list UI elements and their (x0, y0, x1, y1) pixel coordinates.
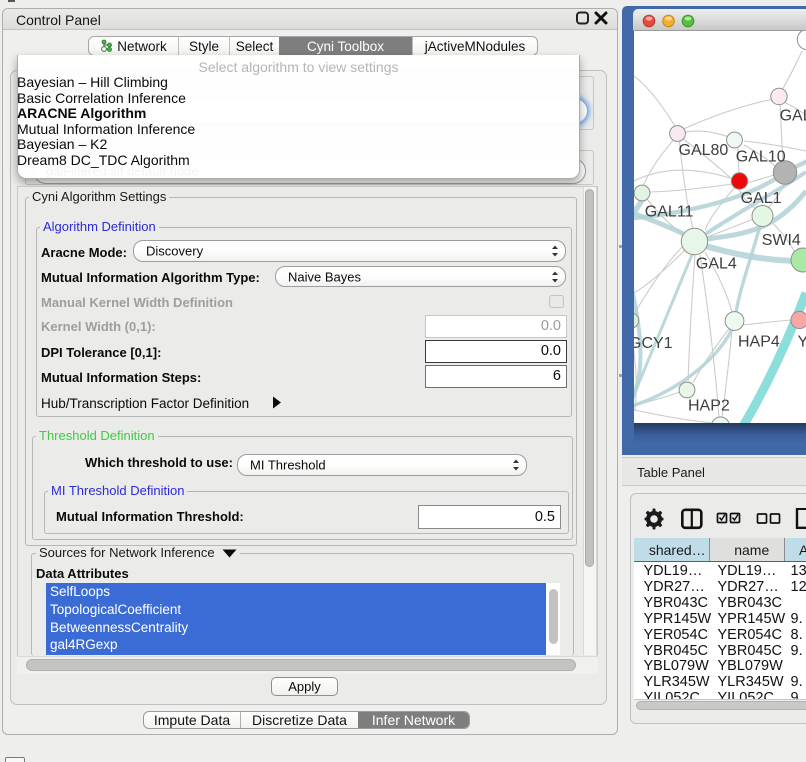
svg-text:GCY1: GCY1 (634, 335, 673, 352)
svg-text:GAL: GAL (780, 108, 806, 125)
svg-text:SWI4: SWI4 (762, 232, 801, 249)
svg-text:GAL1: GAL1 (741, 190, 782, 207)
svg-text:GAL80: GAL80 (679, 142, 729, 159)
svg-text:GAL11: GAL11 (645, 204, 694, 221)
svg-text:HAP2: HAP2 (688, 398, 730, 415)
svg-text:GAL4: GAL4 (696, 256, 737, 273)
svg-text:GAL10: GAL10 (736, 149, 786, 166)
svg-text:Y: Y (798, 334, 806, 351)
svg-text:HAP4: HAP4 (738, 334, 780, 351)
